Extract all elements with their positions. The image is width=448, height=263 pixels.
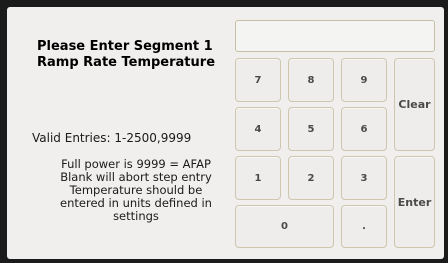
key-3[interactable]: 3 xyxy=(341,156,387,200)
key-5[interactable]: 5 xyxy=(288,107,334,151)
prompt-title-line2: Ramp Rate Temperature xyxy=(37,55,216,70)
key-1[interactable]: 1 xyxy=(235,156,281,200)
entry-display-field[interactable] xyxy=(235,20,435,52)
key-6[interactable]: 6 xyxy=(341,107,387,151)
key-decimal-point[interactable]: . xyxy=(341,205,387,248)
key-7[interactable]: 7 xyxy=(235,58,281,102)
enter-button[interactable]: Enter xyxy=(394,156,435,248)
prompt-title: Please Enter Segment 1 Ramp Rate Tempera… xyxy=(37,39,227,71)
valid-entries-text: Valid Entries: 1-2500,9999 xyxy=(32,131,192,145)
key-4[interactable]: 4 xyxy=(235,107,281,151)
key-9[interactable]: 9 xyxy=(341,58,387,102)
clear-button[interactable]: Clear xyxy=(394,58,435,151)
info-text: Full power is 9999 = AFAP Blank will abo… xyxy=(33,158,239,223)
touch-screen: Please Enter Segment 1 Ramp Rate Tempera… xyxy=(7,7,444,259)
key-2[interactable]: 2 xyxy=(288,156,334,200)
key-0[interactable]: 0 xyxy=(235,205,334,248)
key-8[interactable]: 8 xyxy=(288,58,334,102)
prompt-title-line1: Please Enter Segment 1 xyxy=(37,39,213,54)
info-line: settings xyxy=(113,209,159,223)
